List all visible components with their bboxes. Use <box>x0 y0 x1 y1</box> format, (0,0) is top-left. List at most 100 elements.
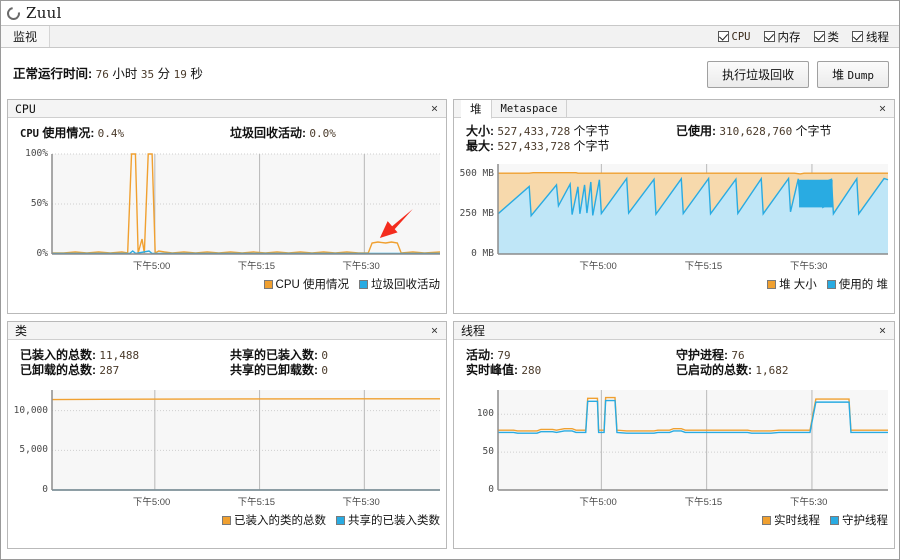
y-tick-label: 250 MB <box>459 207 494 219</box>
legend-swatch <box>222 515 231 525</box>
x-tick-label: 下午5:30 <box>342 497 380 508</box>
cpu-usage-label-mono: CPU <box>20 128 39 140</box>
heap-panel-close-icon[interactable]: × <box>877 102 888 114</box>
cpu-panel-title: CPU <box>15 101 36 116</box>
y-tick-label: 50 <box>482 446 494 458</box>
heap-panel: 堆 Metaspace × 大小: 527,433,728 个字节 最大: 52… <box>453 99 895 314</box>
legend-item[interactable]: CPU 使用情况 <box>263 276 349 292</box>
legend-swatch <box>830 515 839 525</box>
x-tick-label: 下午5:00 <box>132 497 171 508</box>
uptime-label: 正常运行时间: <box>13 67 93 81</box>
tab-metaspace[interactable]: Metaspace <box>492 99 568 118</box>
threads-panel-title: 线程 <box>461 324 486 338</box>
threads-chart-legend: 实时线程 守护线程 <box>762 512 888 528</box>
legend-swatch <box>336 515 345 525</box>
heap-max-value: 527,433,728 <box>497 140 571 153</box>
threads-panel: 线程 × 活动: 79 实时峰值: 280 守护进程: 76 已启动的总数: 1… <box>453 321 895 549</box>
checkbox-memory-label: 内存 <box>777 31 801 44</box>
perform-gc-button[interactable]: 执行垃圾回收 <box>707 61 810 88</box>
legend-swatch <box>826 279 836 289</box>
classes-shared-loaded-label: 共享的已装入数: <box>230 348 318 362</box>
checkbox-memory-box <box>763 31 775 42</box>
legend-label: 实时线程 <box>774 515 820 527</box>
classes-panel-title: 类 <box>15 324 28 338</box>
threads-peak-value: 280 <box>521 364 542 377</box>
heap-dump-button[interactable]: 堆 Dump <box>817 61 889 88</box>
tab-metaspace-label: Metaspace <box>500 102 558 115</box>
classes-loaded-label: 已装入的总数: <box>20 348 96 362</box>
checkbox-cpu-label: CPU <box>731 30 751 43</box>
heap-max-label: 最大: <box>466 139 494 153</box>
heap-used-label: 已使用: <box>676 124 716 138</box>
classes-shared-loaded-value: 0 <box>321 349 328 362</box>
classes-panel-header: 类 × <box>8 322 446 340</box>
cpu-panel-close-icon[interactable]: × <box>429 102 440 114</box>
threads-right-stats: 守护进程: 76 已启动的总数: 1,682 <box>676 348 788 378</box>
threads-panel-close-icon[interactable]: × <box>877 324 888 336</box>
jconsole-window: Zuul 监视 CPU 内存 类 线程 正常运行时间: 76 小时 35 分 1… <box>0 0 900 560</box>
y-tick-label: 0% <box>36 248 48 259</box>
heap-chart[interactable]: 下午5:00 下午5:15 下午5:30 500 MB 250 MB 0 MB 堆 大小… <box>454 158 894 313</box>
checkbox-memory[interactable]: 内存 <box>763 29 801 45</box>
cpu-usage-label: 使用情况: <box>42 126 95 140</box>
y-tick-label: 0 MB <box>471 248 494 259</box>
tab-monitor[interactable]: 监视 <box>1 26 51 47</box>
legend-item[interactable]: 已装入的类的总数 <box>222 512 326 528</box>
legend-item[interactable]: 实时线程 <box>762 512 820 528</box>
heap-panel-tabs: 堆 Metaspace <box>461 99 568 119</box>
cpu-gc-label: 垃圾回收活动: <box>230 126 306 140</box>
top-tabstrip: 监视 CPU 内存 类 线程 <box>1 25 899 48</box>
uptime-hours-unit: 小时 <box>112 67 138 81</box>
x-tick-label: 下午5:00 <box>579 261 617 272</box>
x-tick-label: 下午5:00 <box>132 261 171 272</box>
uptime-minutes: 35 <box>140 68 155 81</box>
uptime-row: 正常运行时间: 76 小时 35 分 19 秒 <box>13 63 203 82</box>
y-tick-label: 10,000 <box>13 404 48 416</box>
legend-item[interactable]: 垃圾回收活动 <box>359 276 440 292</box>
cpu-usage-value: 0.4% <box>97 127 125 140</box>
cpu-panel: CPU × CPU 使用情况: 0.4% 垃圾回收活动: 0.0% 下午5:00… <box>7 99 447 314</box>
heap-used-value: 310,628,760 <box>719 125 793 138</box>
classes-unloaded-label: 已卸载的总数: <box>20 363 96 377</box>
threads-live-label: 活动: <box>466 348 494 362</box>
checkbox-cpu[interactable]: CPU <box>717 30 751 43</box>
x-tick-label: 下午5:15 <box>684 497 723 508</box>
cpu-panel-header: CPU × <box>8 100 446 118</box>
y-tick-label: 5,000 <box>19 444 48 456</box>
threads-started-value: 1,682 <box>755 364 789 377</box>
threads-live-value: 79 <box>497 349 511 362</box>
cpu-chart[interactable]: 下午5:00 下午5:15 下午5:30 0% 50% 100% CPU 使用情况 垃圾回… <box>8 148 446 313</box>
legend-label: 守护线程 <box>842 515 888 527</box>
checkbox-classes[interactable]: 类 <box>813 29 839 45</box>
heap-used-stats: 已使用: 310,628,760 个字节 <box>676 124 832 139</box>
legend-item[interactable]: 守护线程 <box>830 512 888 528</box>
heap-size-value: 527,433,728 <box>497 125 571 138</box>
y-tick-label: 0 <box>488 484 494 495</box>
y-tick-label: 100% <box>25 148 48 159</box>
classes-chart-legend: 已装入的类的总数 共享的已装入类数 <box>222 512 440 528</box>
classes-panel-close-icon[interactable]: × <box>429 324 440 336</box>
checkbox-threads-box <box>852 31 863 42</box>
checkbox-threads[interactable]: 线程 <box>852 29 889 45</box>
legend-label: 已装入的类的总数 <box>234 515 326 527</box>
classes-chart[interactable]: 下午5:00 下午5:15 下午5:30 10,000 5,000 0 已装入的类的总数… <box>8 384 446 548</box>
classes-unloaded-value: 287 <box>99 364 120 377</box>
threads-chart[interactable]: 下午5:00 下午5:15 下午5:30 100 50 0 实时线程 守护线程 <box>454 384 894 548</box>
legend-swatch <box>359 279 368 289</box>
threads-daemon-value: 76 <box>731 349 745 362</box>
legend-item[interactable]: 堆 大小 <box>767 276 817 292</box>
heap-chart-legend: 堆 大小 使用的 堆 <box>767 276 888 292</box>
legend-label: 共享的已装入类数 <box>348 515 440 527</box>
y-tick-label: 100 <box>476 408 494 420</box>
legend-item[interactable]: 共享的已装入类数 <box>336 512 440 528</box>
uptime-minutes-unit: 分 <box>157 67 171 81</box>
legend-item[interactable]: 使用的 堆 <box>826 276 888 292</box>
cpu-chart-legend: CPU 使用情况 垃圾回收活动 <box>263 276 440 292</box>
tab-heap[interactable]: 堆 <box>461 99 492 119</box>
heap-size-label: 大小: <box>466 124 494 138</box>
x-tick-label: 下午5:15 <box>237 497 276 508</box>
uptime-seconds: 19 <box>173 68 187 81</box>
tab-monitor-label: 监视 <box>13 30 38 44</box>
x-tick-label: 下午5:15 <box>237 261 276 272</box>
heap-panel-header: 堆 Metaspace × <box>454 99 894 119</box>
